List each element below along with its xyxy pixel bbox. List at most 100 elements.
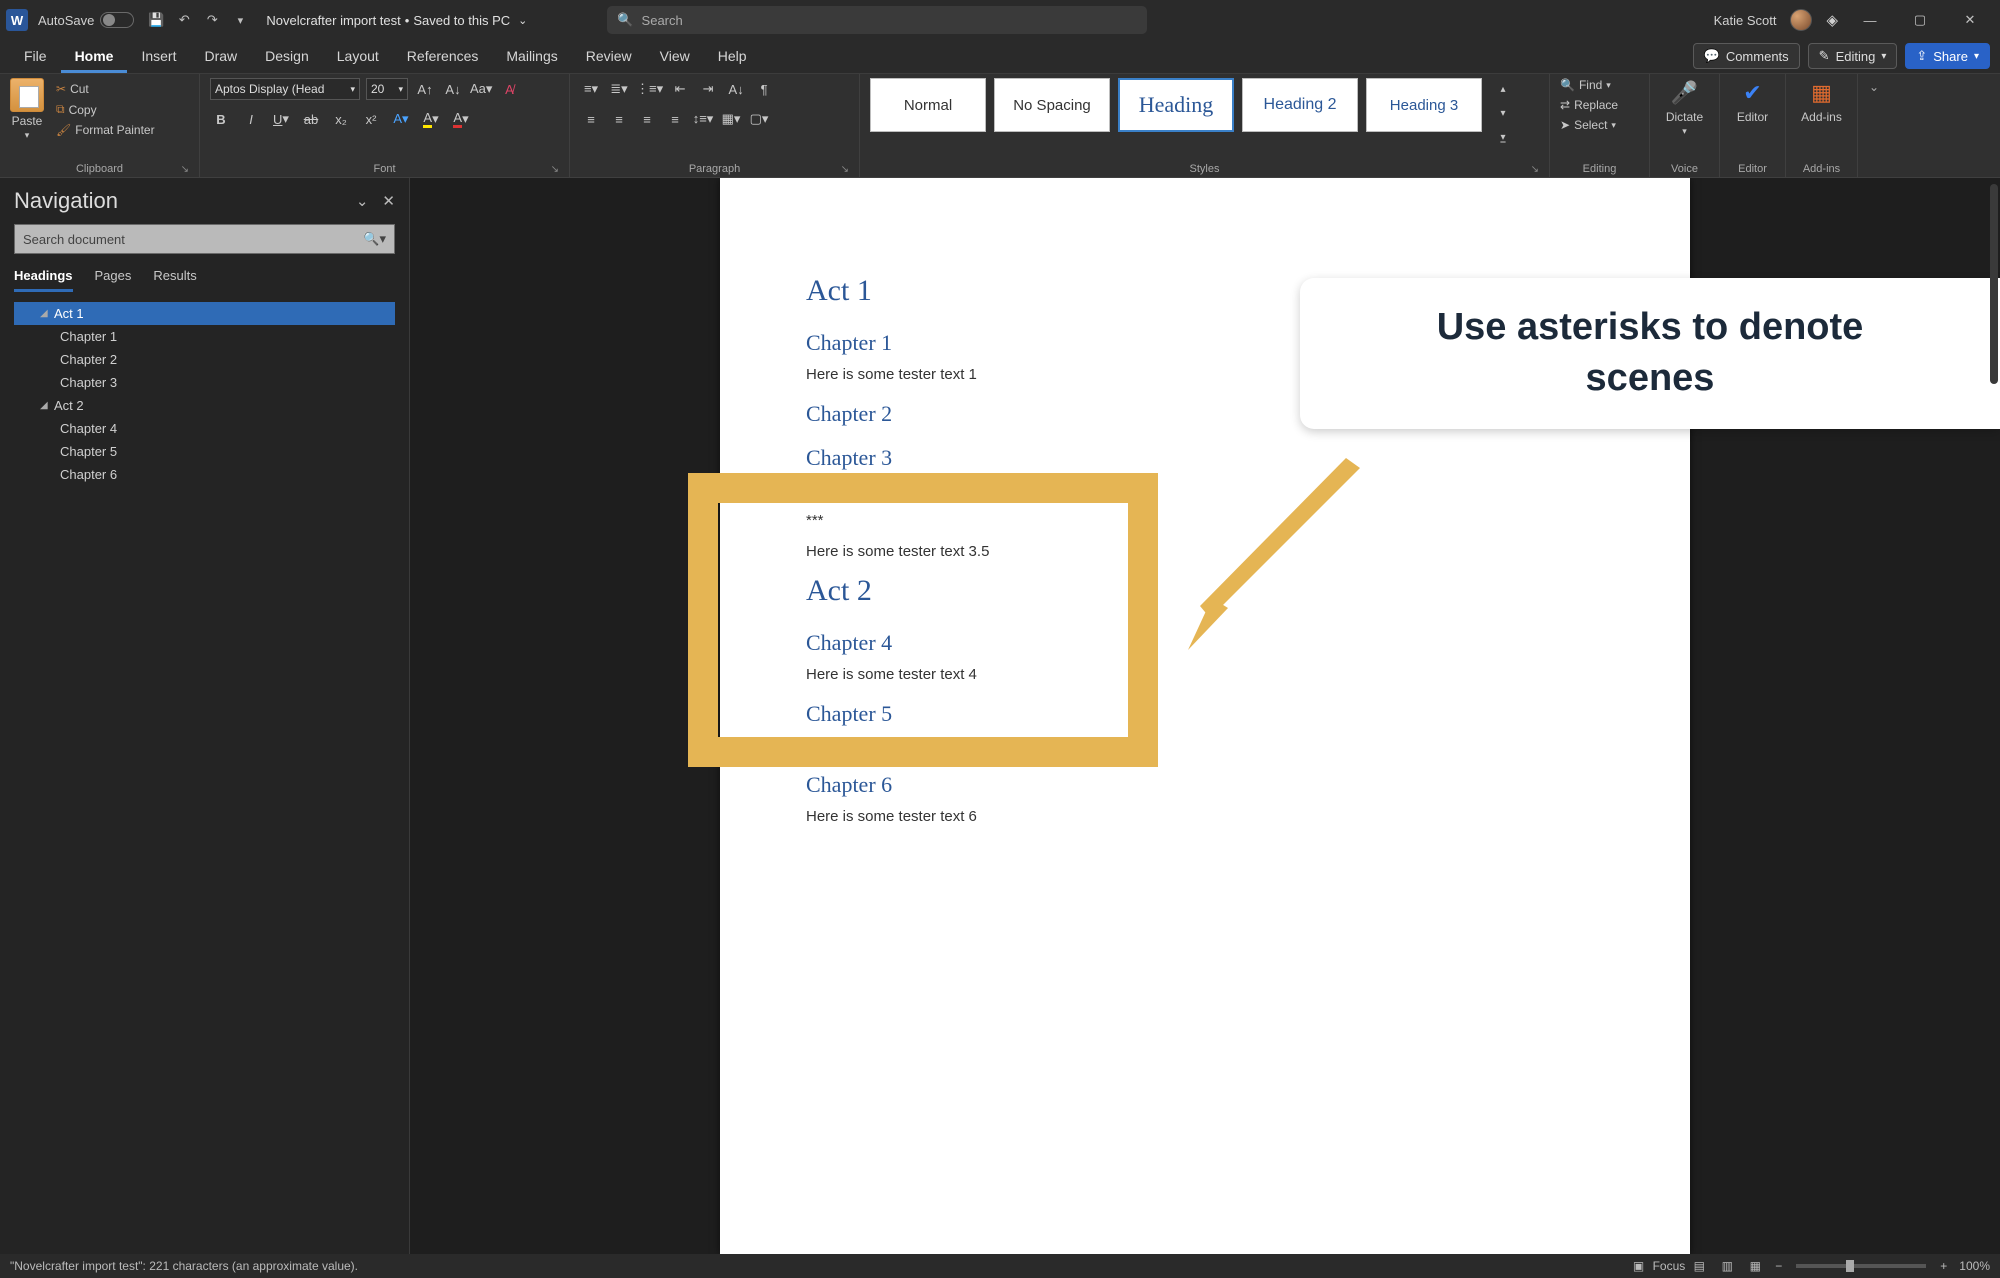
collapse-ribbon-icon[interactable]: ⌄ [1858, 74, 1890, 177]
title-chevron-down-icon[interactable]: ⌄ [518, 14, 527, 27]
sort-icon[interactable]: A↓ [725, 78, 747, 100]
print-layout-icon[interactable]: ▥ [1713, 1256, 1741, 1276]
maximize-icon[interactable]: ▢ [1902, 5, 1938, 35]
nav-heading[interactable]: Chapter 6 [14, 463, 395, 486]
styles-scroll-down-icon[interactable]: ▾ [1492, 102, 1514, 124]
find-button[interactable]: 🔍Find▾ [1560, 78, 1611, 92]
tab-view[interactable]: View [646, 42, 704, 73]
addins-button[interactable]: ▦ Add-ins [1796, 78, 1847, 124]
borders-icon[interactable]: ▢▾ [748, 108, 770, 130]
dialog-launcher-icon[interactable]: ↘ [841, 164, 849, 175]
doc-heading-2[interactable]: Chapter 5 [806, 701, 1604, 727]
tree-caret-icon[interactable]: ◢ [40, 308, 50, 319]
dictate-button[interactable]: 🎤 Dictate ▾ [1660, 78, 1709, 137]
text-effects-icon[interactable]: A▾ [390, 108, 412, 130]
comments-button[interactable]: 💬 Comments [1693, 43, 1800, 69]
align-left-icon[interactable]: ≡ [580, 108, 602, 130]
superscript-button[interactable]: x² [360, 108, 382, 130]
doc-heading-1[interactable]: Act 2 [806, 574, 1604, 608]
multilevel-list-icon[interactable]: ⋮≡▾ [636, 78, 663, 100]
autosave-toggle[interactable] [100, 12, 134, 28]
tab-references[interactable]: References [393, 42, 493, 73]
style-heading-3[interactable]: Heading 3 [1366, 78, 1482, 132]
editing-mode-button[interactable]: ✎ Editing ▾ [1808, 43, 1898, 69]
increase-indent-icon[interactable]: ⇥ [697, 78, 719, 100]
align-right-icon[interactable]: ≡ [636, 108, 658, 130]
dialog-launcher-icon[interactable]: ↘ [1531, 164, 1539, 175]
save-icon[interactable]: 💾 [142, 6, 170, 34]
diamond-icon[interactable]: ◈ [1826, 11, 1838, 29]
replace-button[interactable]: ⇄Replace [1560, 98, 1618, 112]
zoom-in-icon[interactable]: + [1934, 1259, 1953, 1273]
bold-button[interactable]: B [210, 108, 232, 130]
change-case-icon[interactable]: Aa▾ [470, 78, 492, 100]
nav-heading[interactable]: Chapter 4 [14, 417, 395, 440]
doc-paragraph[interactable]: Here is some tester text 3.5 [806, 543, 1604, 560]
style-no-spacing[interactable]: No Spacing [994, 78, 1110, 132]
decrease-indent-icon[interactable]: ⇤ [669, 78, 691, 100]
doc-heading-2[interactable]: Chapter 4 [806, 630, 1604, 656]
grow-font-icon[interactable]: A↑ [414, 78, 436, 100]
nav-heading[interactable]: Chapter 5 [14, 440, 395, 463]
shading-icon[interactable]: ▦▾ [720, 108, 742, 130]
doc-paragraph[interactable]: *** [806, 512, 1604, 529]
style-heading-2[interactable]: Heading 2 [1242, 78, 1358, 132]
nav-heading[interactable]: Chapter 2 [14, 348, 395, 371]
nav-tab-pages[interactable]: Pages [95, 268, 132, 292]
doc-paragraph[interactable]: Here is some tester text 4 [806, 666, 1604, 683]
styles-expand-icon[interactable]: ▾̲ [1492, 126, 1514, 148]
zoom-slider[interactable] [1796, 1264, 1926, 1268]
font-size-combo[interactable]: 20▾ [366, 78, 408, 100]
user-name[interactable]: Katie Scott [1714, 13, 1777, 28]
show-marks-icon[interactable]: ¶ [753, 78, 775, 100]
nav-heading[interactable]: ◢Act 2 [14, 394, 395, 417]
justify-icon[interactable]: ≡ [664, 108, 686, 130]
chevron-down-icon[interactable]: ⌄ [356, 192, 369, 210]
read-mode-icon[interactable]: ▤ [1685, 1256, 1713, 1276]
tab-insert[interactable]: Insert [127, 42, 190, 73]
quick-access-dropdown-icon[interactable]: ▾ [226, 6, 254, 34]
nav-heading[interactable]: ◢Act 1 [14, 302, 395, 325]
font-color-icon[interactable]: A▾ [450, 108, 472, 130]
document-title[interactable]: Novelcrafter import test [266, 13, 400, 28]
line-spacing-icon[interactable]: ↕≡▾ [692, 108, 714, 130]
minimize-icon[interactable]: — [1852, 5, 1888, 35]
vertical-scrollbar[interactable] [1990, 184, 1998, 384]
tab-file[interactable]: File [10, 42, 61, 73]
undo-icon[interactable]: ↶ [170, 6, 198, 34]
web-layout-icon[interactable]: ▦ [1741, 1256, 1769, 1276]
user-avatar-icon[interactable] [1790, 9, 1812, 31]
copy-button[interactable]: ⧉Copy [56, 102, 97, 117]
zoom-out-icon[interactable]: − [1769, 1259, 1788, 1273]
status-text[interactable]: "Novelcrafter import test": 221 characte… [10, 1259, 358, 1273]
tab-mailings[interactable]: Mailings [492, 42, 571, 73]
clear-formatting-icon[interactable]: A̸ [498, 78, 520, 100]
numbering-icon[interactable]: ≣▾ [608, 78, 630, 100]
word-app-icon[interactable]: W [6, 9, 28, 31]
nav-tab-headings[interactable]: Headings [14, 268, 73, 292]
close-pane-icon[interactable]: ✕ [382, 192, 395, 210]
tab-draw[interactable]: Draw [190, 42, 251, 73]
editor-button[interactable]: ✔︎ Editor [1730, 78, 1775, 124]
tab-help[interactable]: Help [704, 42, 761, 73]
subscript-button[interactable]: x₂ [330, 108, 352, 130]
tab-design[interactable]: Design [251, 42, 323, 73]
nav-heading[interactable]: Chapter 1 [14, 325, 395, 348]
doc-paragraph[interactable]: Here is some tester text 5 [806, 737, 1604, 754]
chevron-down-icon[interactable]: ▾ [25, 130, 30, 141]
format-painter-button[interactable]: 🖌Format Painter [56, 123, 155, 137]
tab-review[interactable]: Review [572, 42, 646, 73]
paste-button[interactable]: Paste ▾ [10, 78, 50, 141]
dialog-launcher-icon[interactable]: ↘ [551, 164, 559, 175]
tab-home[interactable]: Home [61, 42, 128, 73]
select-button[interactable]: ➤Select▾ [1560, 118, 1616, 132]
doc-paragraph[interactable]: Here is some tester text 3 [806, 481, 1604, 498]
search-bar[interactable]: 🔍 Search [607, 6, 1147, 34]
nav-tab-results[interactable]: Results [153, 268, 196, 292]
style-heading[interactable]: Heading [1118, 78, 1234, 132]
tab-layout[interactable]: Layout [323, 42, 393, 73]
focus-label[interactable]: Focus [1653, 1259, 1686, 1273]
shrink-font-icon[interactable]: A↓ [442, 78, 464, 100]
zoom-level[interactable]: 100% [1959, 1259, 1990, 1273]
italic-button[interactable]: I [240, 108, 262, 130]
